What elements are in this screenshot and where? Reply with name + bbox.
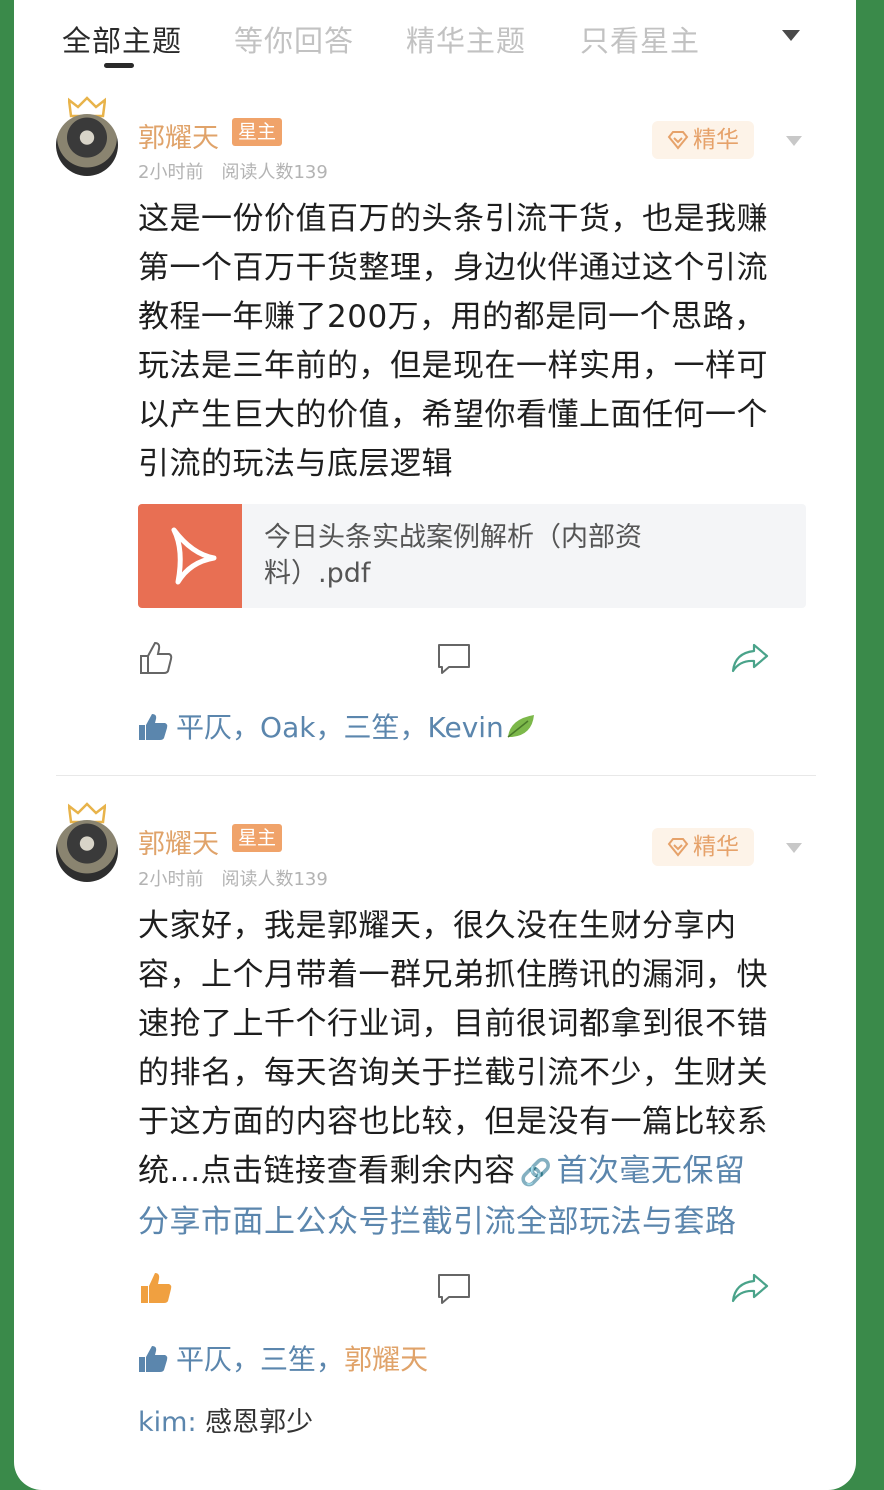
post-link[interactable]: 分享市面上公众号拦截引流全部玩法与套路 bbox=[138, 1198, 808, 1247]
link-icon: 🔗 bbox=[519, 1158, 553, 1188]
post-meta: 2小时前 阅读人数139 bbox=[138, 865, 328, 891]
tab-featured[interactable]: 精华主题 bbox=[406, 18, 526, 60]
post-link[interactable]: 首次毫无保留 bbox=[556, 1153, 745, 1189]
essence-icon bbox=[667, 131, 689, 150]
read-count: 阅读人数139 bbox=[221, 162, 328, 183]
attachment-name: 今日头条实战案例解析（内部资料）.pdf bbox=[264, 522, 642, 589]
chevron-down-icon[interactable] bbox=[782, 30, 800, 41]
avatar[interactable] bbox=[56, 114, 118, 176]
thumb-up-icon bbox=[139, 1346, 168, 1372]
liker-name[interactable]: 三笙 bbox=[343, 711, 399, 744]
body-line: 大家好，我是郭耀天，很久没在生财分享内 bbox=[138, 908, 737, 944]
chevron-down-icon[interactable] bbox=[786, 136, 802, 146]
avatar[interactable] bbox=[56, 820, 118, 882]
share-icon[interactable] bbox=[730, 642, 770, 674]
liker-name[interactable]: Kevin bbox=[428, 711, 504, 744]
comment-item[interactable]: kim: 感恩郭少 bbox=[138, 1400, 313, 1439]
body-line: 以产生巨大的价值，希望你看懂上面任何一个 bbox=[138, 397, 768, 433]
body-line: 引流的玩法与底层逻辑 bbox=[138, 446, 453, 482]
essence-tag[interactable]: 精华 bbox=[652, 121, 754, 159]
thumb-up-icon[interactable] bbox=[138, 1270, 174, 1306]
tab-awaiting-answer[interactable]: 等你回答 bbox=[234, 18, 354, 60]
commenter-name[interactable]: kim: bbox=[138, 1407, 197, 1438]
read-count: 阅读人数139 bbox=[221, 869, 328, 890]
liker-list: 平仄，Oak，三笙，Kevin bbox=[138, 706, 538, 746]
chevron-down-icon[interactable] bbox=[786, 843, 802, 853]
post-time: 2小时前 bbox=[138, 162, 204, 183]
liker-name[interactable]: Oak bbox=[260, 711, 315, 744]
body-line: 教程一年赚了200万，用的都是同一个思路， bbox=[138, 299, 766, 335]
post-divider bbox=[56, 775, 816, 776]
liker-name[interactable]: 平仄 bbox=[176, 711, 232, 744]
essence-icon bbox=[667, 838, 689, 857]
post-meta: 2小时前 阅读人数139 bbox=[138, 158, 328, 184]
body-line-with-link: 统...点击链接查看剩余内容 🔗 首次毫无保留 bbox=[138, 1153, 746, 1189]
active-tab-indicator bbox=[104, 63, 134, 68]
author-name[interactable]: 郭耀天 bbox=[138, 116, 219, 155]
liker-name[interactable]: 三笙 bbox=[260, 1343, 316, 1376]
liker-list: 平仄，三笙，郭耀天 bbox=[138, 1338, 428, 1378]
topic-tabs: 全部主题 等你回答 精华主题 只看星主 bbox=[0, 0, 884, 80]
pdf-attachment[interactable]: 今日头条实战案例解析（内部资料）.pdf bbox=[138, 504, 806, 608]
body-line: 速抢了上千个行业词，目前很词都拿到很不错 bbox=[138, 1006, 768, 1042]
share-icon[interactable] bbox=[730, 1272, 770, 1304]
essence-tag[interactable]: 精华 bbox=[652, 828, 754, 866]
body-line: 第一个百万干货整理，身边伙伴通过这个引流 bbox=[138, 250, 768, 286]
essence-label: 精华 bbox=[693, 834, 739, 860]
comment-icon[interactable] bbox=[436, 1272, 472, 1306]
owner-badge: 星主 bbox=[232, 824, 283, 852]
body-line: 容，上个月带着一群兄弟抓住腾讯的漏洞，快 bbox=[138, 957, 768, 993]
thumb-up-icon[interactable] bbox=[138, 640, 174, 676]
post-body: 这是一份价值百万的头条引流干货，也是我赚 第一个百万干货整理，身边伙伴通过这个引… bbox=[138, 195, 808, 489]
thumb-up-icon bbox=[139, 714, 168, 740]
comment-icon[interactable] bbox=[436, 642, 472, 676]
essence-label: 精华 bbox=[693, 127, 739, 153]
tab-all-topics[interactable]: 全部主题 bbox=[62, 18, 182, 60]
comment-text: 感恩郭少 bbox=[205, 1407, 314, 1438]
body-line: 这是一份价值百万的头条引流干货，也是我赚 bbox=[138, 201, 768, 237]
body-line: 的排名，每天咨询关于拦截引流不少，生财关 bbox=[138, 1055, 768, 1091]
liker-name[interactable]: 郭耀天 bbox=[344, 1343, 428, 1376]
owner-badge: 星主 bbox=[232, 118, 283, 146]
author-name[interactable]: 郭耀天 bbox=[138, 822, 219, 861]
leaf-icon bbox=[507, 715, 534, 738]
body-line: 于这方面的内容也比较，但是没有一篇比较系 bbox=[138, 1104, 768, 1140]
liker-name[interactable]: 平仄 bbox=[176, 1343, 232, 1376]
pdf-icon bbox=[138, 504, 242, 608]
post-body: 大家好，我是郭耀天，很久没在生财分享内 容，上个月带着一群兄弟抓住腾讯的漏洞，快… bbox=[138, 902, 808, 1247]
post-time: 2小时前 bbox=[138, 869, 204, 890]
tab-owner-only[interactable]: 只看星主 bbox=[580, 18, 700, 60]
body-line: 玩法是三年前的，但是现在一样实用，一样可 bbox=[138, 348, 768, 384]
